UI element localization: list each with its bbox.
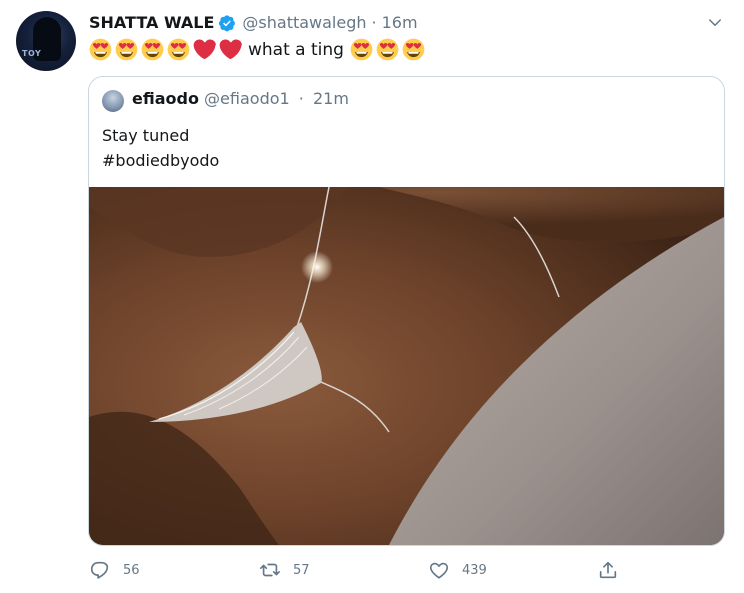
red-heart-emoji-icon [219,38,242,61]
heart-eyes-emoji-icon [141,38,164,61]
reply-count: 56 [123,562,140,578]
heart-eyes-emoji-icon [167,38,190,61]
quoted-author-avatar [102,90,124,112]
separator-dot: · [298,89,304,108]
heart-eyes-emoji-icon [115,38,138,61]
heart-icon [429,562,449,579]
reply-icon [90,561,109,579]
like-action[interactable]: 439 [428,559,487,581]
reply-action[interactable]: 56 [89,559,140,581]
avatar-text: TOY [22,49,42,58]
quoted-author-name: efiaodo [132,89,199,108]
tweet-body-text: what a ting [248,39,344,60]
quoted-tweet-header: efiaodo @efiaodo1 · 21m [132,89,349,108]
heart-eyes-emoji-icon [350,38,373,61]
chevron-down-icon[interactable] [706,14,724,32]
tweet-text: what a ting [89,38,428,61]
photo-artwork [89,187,724,545]
quoted-tweet-text: Stay tuned #bodiedbyodo [102,123,219,173]
heart-eyes-emoji-icon [89,38,112,61]
verified-badge-icon [219,14,236,31]
quoted-author-handle: @efiaodo1 [204,89,290,108]
author-avatar[interactable]: TOY [16,11,76,71]
author-handle[interactable]: @shattawalegh [242,13,366,32]
tweet-header: SHATTA WALE @shattawalegh · 16m [89,13,418,32]
quoted-text-line: Stay tuned [102,126,190,145]
author-name[interactable]: SHATTA WALE [89,13,214,32]
share-action[interactable] [597,559,631,581]
red-heart-emoji-icon [193,38,216,61]
quoted-hashtag: #bodiedbyodo [102,151,220,170]
retweet-icon [260,563,280,577]
heart-eyes-emoji-icon [376,38,399,61]
tweet-actions: 56 57 439 [89,559,729,583]
tweet-timestamp[interactable]: 16m [382,13,418,32]
quoted-tweet-timestamp: 21m [312,89,349,108]
separator-dot: · [371,13,377,32]
quoted-tweet-photo[interactable] [89,187,724,545]
heart-eyes-emoji-icon [402,38,425,61]
like-count: 439 [462,562,487,578]
share-icon [599,561,617,579]
retweet-count: 57 [293,562,310,578]
quoted-tweet-card[interactable]: efiaodo @efiaodo1 · 21m Stay tuned #bodi… [88,76,725,546]
retweet-action[interactable]: 57 [259,559,310,581]
